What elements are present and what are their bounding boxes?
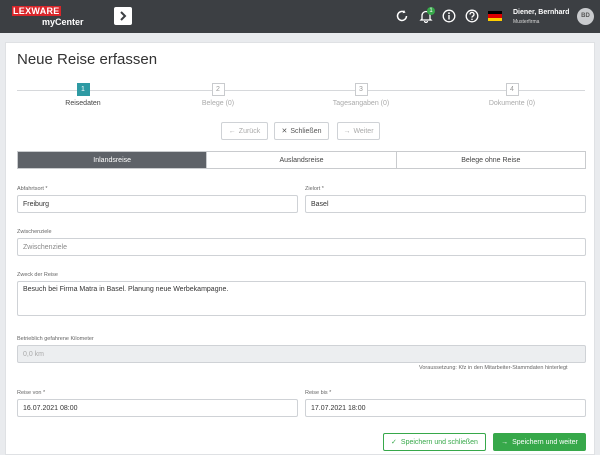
step-number: 1 xyxy=(76,83,90,96)
destination-input[interactable]: Basel xyxy=(305,195,586,213)
close-icon: ✕ xyxy=(281,128,288,135)
travel-form-card: Neue Reise erfassen 1 Reisedaten 2 Beleg… xyxy=(5,42,595,455)
back-label: Zurück xyxy=(238,127,261,135)
tab-inlandsreise[interactable]: Inlandsreise xyxy=(18,152,207,168)
help-icon[interactable] xyxy=(465,9,479,23)
step-label: Dokumente (0) xyxy=(488,100,536,107)
step-label: Reisedaten xyxy=(65,100,101,107)
step-reisedaten[interactable]: 1 Reisedaten xyxy=(23,83,143,107)
next-label: Weiter xyxy=(353,127,374,135)
step-tagesangaben[interactable]: 3 Tagesangaben (0) xyxy=(301,83,421,107)
tab-belege-ohne-reise[interactable]: Belege ohne Reise xyxy=(395,152,585,168)
brand-name: LEXWARE xyxy=(12,6,61,16)
step-label: Tagesangaben (0) xyxy=(332,100,390,107)
step-belege[interactable]: 2 Belege (0) xyxy=(158,83,278,107)
km-note: Voraussetzung: Kfz in den Mitarbeiter-St… xyxy=(419,365,568,371)
user-company: Musterfirma xyxy=(513,19,540,25)
stops-input[interactable]: Zwischenziele xyxy=(17,238,586,256)
notification-badge: 1 xyxy=(427,7,435,15)
travel-type-tabs: Inlandsreise Auslandsreise Belege ohne R… xyxy=(17,151,586,169)
user-name[interactable]: Diener, Bernhard xyxy=(513,9,569,16)
stops-label: Zwischenziele xyxy=(17,229,52,235)
step-dokumente[interactable]: 4 Dokumente (0) xyxy=(452,83,572,107)
destination-label: Zielort * xyxy=(305,186,324,192)
trip-to-input[interactable]: 17.07.2021 18:00 xyxy=(305,399,586,417)
save-close-button[interactable]: ✓ Speichern und schließen xyxy=(383,433,486,451)
step-number: 4 xyxy=(505,83,519,96)
top-bar: LEXWARE myCenter 1 Diener, Bernhard Must… xyxy=(0,0,600,33)
km-input: 0,0 km xyxy=(17,345,586,363)
step-number: 2 xyxy=(211,83,225,96)
info-icon[interactable] xyxy=(442,9,456,23)
arrow-left-icon: ← xyxy=(228,127,236,135)
page-title: Neue Reise erfassen xyxy=(17,51,158,68)
tab-auslandsreise[interactable]: Auslandsreise xyxy=(206,152,395,168)
trip-from-input[interactable]: 16.07.2021 08:00 xyxy=(17,399,298,417)
departure-label: Abfahrtsort * xyxy=(17,186,48,192)
save-next-button[interactable]: → Speichern und weiter xyxy=(493,433,586,451)
departure-input[interactable]: Freiburg xyxy=(17,195,298,213)
menu-collapse-icon xyxy=(120,11,127,21)
purpose-textarea[interactable]: Besuch bei Firma Matra in Basel. Planung… xyxy=(17,281,586,316)
next-button[interactable]: → Weiter xyxy=(337,122,380,140)
avatar[interactable]: BD xyxy=(577,8,594,25)
close-label: Schließen xyxy=(290,127,322,135)
save-next-label: Speichern und weiter xyxy=(512,438,578,446)
arrow-right-icon: → xyxy=(343,127,351,135)
product-name: myCenter xyxy=(42,17,84,27)
back-button[interactable]: ← Zurück xyxy=(221,122,268,140)
step-number: 3 xyxy=(354,83,368,96)
app-logo[interactable]: LEXWARE myCenter xyxy=(12,6,92,28)
close-button[interactable]: ✕ Schließen xyxy=(274,122,329,140)
check-icon: ✓ xyxy=(391,439,397,446)
trip-to-label: Reise bis * xyxy=(305,390,332,396)
trip-from-label: Reise von * xyxy=(17,390,46,396)
km-label: Betrieblich gefahrene Kilometer xyxy=(17,336,94,342)
purpose-label: Zweck der Reise xyxy=(17,272,58,278)
menu-collapse-button[interactable] xyxy=(114,7,132,25)
arrow-right-icon: → xyxy=(501,438,509,446)
flag-de-icon[interactable] xyxy=(488,11,502,21)
step-label: Belege (0) xyxy=(201,100,235,107)
refresh-icon[interactable] xyxy=(395,9,409,23)
save-close-label: Speichern und schließen xyxy=(400,438,478,446)
